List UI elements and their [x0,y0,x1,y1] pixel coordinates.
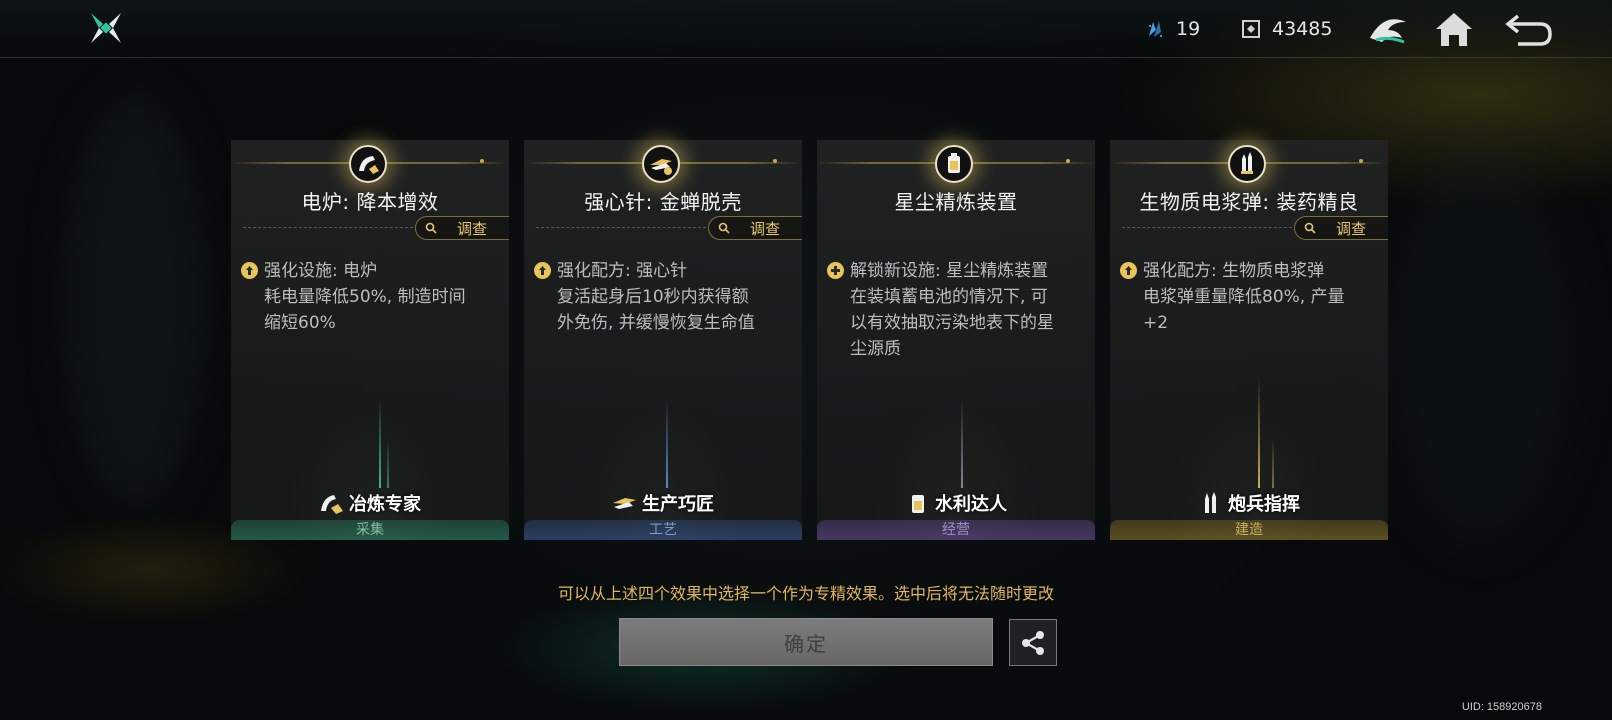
credit-coin-icon [1242,20,1260,38]
faction-emblem-icon [1370,19,1406,44]
inspect-button[interactable]: 调查 [415,216,509,240]
specialist-name: 炮兵指挥 [1228,494,1300,515]
card-title: 强心针: 金蝉脱壳 [584,190,742,214]
artillery-shell-icon [1241,152,1253,174]
back-arrow-icon [1505,14,1552,46]
background-blur [1380,150,1580,550]
specialist-title: 冶炼专家 [231,490,509,516]
specialist-name: 生产巧匠 [642,494,714,515]
decor-dot [773,159,777,163]
credit-counter: 43485 [1240,14,1332,44]
category-label: 建造 [1235,522,1263,538]
specialization-cards: 电炉: 降本增效 调查 强化设施: 电炉 耗电量降低50%, 制造时间 缩短60… [231,140,1388,540]
crystal-count: 19 [1176,18,1201,40]
light-beam [379,398,381,488]
upgrade-arrow-icon [1120,262,1137,279]
specialization-card[interactable]: 电炉: 降本增效 调查 强化设施: 电炉 耗电量降低50%, 制造时间 缩短60… [231,140,509,540]
category-label: 采集 [356,522,384,538]
category-label: 工艺 [649,522,677,538]
confirm-button[interactable]: 确定 [619,618,993,666]
inspect-button[interactable]: 调查 [1294,216,1388,240]
unlock-plus-icon [827,262,844,279]
background-blur [60,90,210,510]
crystal-shard-icon [1149,21,1162,37]
inspect-button[interactable]: 调查 [708,216,802,240]
water-tank-icon [948,153,960,173]
profile-button[interactable] [1366,8,1410,50]
inspect-label: 调查 [1336,219,1367,238]
share-icon [1022,630,1044,655]
specialist-name: 水利达人 [935,494,1007,515]
search-icon [718,222,730,234]
light-beam [961,398,963,488]
specialist-title: 生产巧匠 [524,490,802,516]
selection-hint: 可以从上述四个效果中选择一个作为专精效果。选中后将无法随时更改 [557,584,1054,603]
card-emblem [642,145,680,183]
light-beam [1258,378,1260,488]
effect-text: 解锁新设施: 星尘精炼装置 在装填蓄电池的情况下, 可 以有效抽取污染地表下的星… [850,261,1054,359]
game-logo-icon [91,13,121,43]
category-tag: 采集 [231,520,509,540]
light-beam [666,398,668,488]
specialist-title: 水利达人 [817,490,1095,516]
inspect-label: 调查 [750,219,781,238]
decor-dot [1359,159,1363,163]
decor-dot [480,159,484,163]
effect-text: 强化配方: 生物质电浆弹 电浆弹重量降低80%, 产量 +2 [1143,261,1345,333]
upgrade-arrow-icon [241,262,258,279]
wing-hammer-icon [650,159,672,175]
search-icon [1304,222,1316,234]
card-emblem [935,145,973,183]
search-icon [425,222,437,234]
card-title: 星尘精炼装置 [894,190,1018,214]
divider [1122,227,1292,228]
wing-hammer-icon [613,498,636,509]
card-emblem [1228,145,1266,183]
flask-pour-icon [359,156,379,174]
divider [536,227,706,228]
flask-pour-icon [321,495,343,514]
category-tag: 经营 [817,520,1095,540]
effect-text: 强化设施: 电炉 耗电量降低50%, 制造时间 缩短60% [264,261,466,333]
credit-count: 43485 [1272,18,1333,40]
back-button[interactable] [1504,8,1556,50]
artillery-shell-icon [1205,492,1216,513]
effect-description: 强化配方: 强心针 复活起身后10秒内获得额 外免伤, 并缓慢恢复生命值 [534,258,792,336]
divider [243,227,413,228]
share-button[interactable] [1009,619,1057,666]
effect-description: 强化配方: 生物质电浆弹 电浆弹重量降低80%, 产量 +2 [1120,258,1378,336]
home-icon [1436,13,1472,46]
effect-description: 强化设施: 电炉 耗电量降低50%, 制造时间 缩短60% [241,258,499,336]
crystal-counter: 19 [1144,14,1200,44]
category-label: 经营 [942,522,970,538]
water-tank-icon [912,495,924,513]
category-tag: 建造 [1110,520,1388,540]
effect-description: 解锁新设施: 星尘精炼装置 在装填蓄电池的情况下, 可 以有效抽取污染地表下的星… [827,258,1085,362]
specialization-card[interactable]: 强心针: 金蝉脱壳 调查 强化配方: 强心针 复活起身后10秒内获得额 外免伤,… [524,140,802,540]
inspect-label: 调查 [457,219,488,238]
light-beam [1272,438,1274,488]
light-beam [387,438,389,488]
top-bar: 19 43485 [0,0,1612,58]
upgrade-arrow-icon [534,262,551,279]
specialist-name: 冶炼专家 [349,494,421,515]
specialization-card[interactable]: 生物质电浆弹: 装药精良 调查 强化配方: 生物质电浆弹 电浆弹重量降低80%,… [1110,140,1388,540]
card-title: 电炉: 降本增效 [301,190,439,214]
decor-dot [1066,159,1070,163]
confirm-label: 确定 [784,631,828,656]
specialization-card[interactable]: 星尘精炼装置 解锁新设施: 星尘精炼装置 在装填蓄电池的情况下, 可 以有效抽取… [817,140,1095,540]
category-tag: 工艺 [524,520,802,540]
user-id: UID: 158920678 [1461,701,1542,713]
card-emblem [349,145,387,183]
home-button[interactable] [1432,8,1476,50]
effect-text: 强化配方: 强心针 复活起身后10秒内获得额 外免伤, 并缓慢恢复生命值 [557,261,755,333]
card-title: 生物质电浆弹: 装药精良 [1139,190,1359,214]
specialist-title: 炮兵指挥 [1110,490,1388,516]
